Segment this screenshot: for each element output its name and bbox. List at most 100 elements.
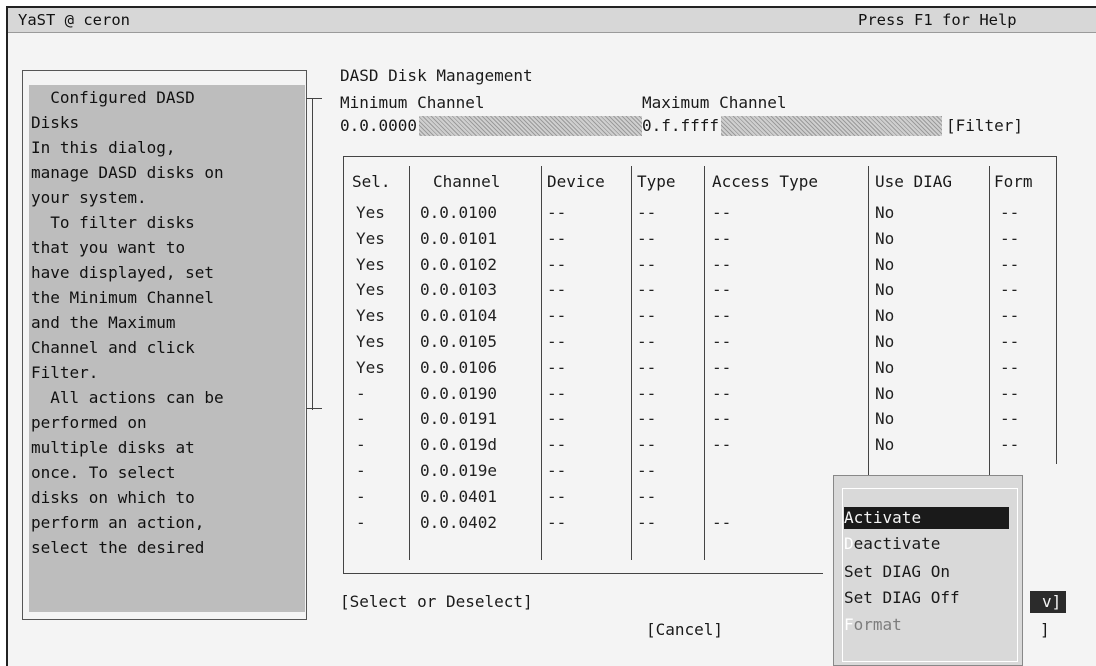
column-header-device[interactable]: Device xyxy=(547,172,605,191)
filter-button[interactable]: [Filter] xyxy=(946,116,1023,135)
table-cell[interactable]: 0.0.0100 xyxy=(420,203,497,222)
menu-item-deactivate[interactable]: Deactivate xyxy=(844,533,1009,555)
table-cell[interactable]: -- xyxy=(1000,358,1019,377)
column-header-sel[interactable]: Sel. xyxy=(352,172,391,191)
help-scrollbar[interactable] xyxy=(312,98,313,410)
table-cell[interactable]: -- xyxy=(712,255,731,274)
table-cell[interactable]: -- xyxy=(547,513,566,532)
table-cell[interactable]: -- xyxy=(547,384,566,403)
table-cell[interactable]: -- xyxy=(712,306,731,325)
table-cell[interactable]: -- xyxy=(1000,332,1019,351)
table-cell[interactable]: -- xyxy=(637,435,656,454)
table-cell[interactable]: 0.0.0402 xyxy=(420,513,497,532)
table-cell[interactable]: Yes xyxy=(356,255,385,274)
table-cell[interactable]: 0.0.0101 xyxy=(420,229,497,248)
table-cell[interactable]: No xyxy=(875,332,894,351)
table-cell[interactable]: -- xyxy=(547,487,566,506)
table-cell[interactable]: 0.0.0105 xyxy=(420,332,497,351)
table-cell[interactable]: Yes xyxy=(356,332,385,351)
table-cell[interactable]: -- xyxy=(712,332,731,351)
menu-item-set-diag-on[interactable]: Set DIAG On xyxy=(844,561,1009,583)
table-cell[interactable]: -- xyxy=(1000,255,1019,274)
table-cell[interactable]: -- xyxy=(547,435,566,454)
table-cell[interactable]: -- xyxy=(637,255,656,274)
table-cell[interactable]: -- xyxy=(637,409,656,428)
table-cell[interactable]: 0.0.0190 xyxy=(420,384,497,403)
table-cell[interactable]: -- xyxy=(1000,203,1019,222)
table-cell[interactable]: -- xyxy=(547,358,566,377)
help-panel[interactable]: Configured DASD Disks In this dialog, ma… xyxy=(22,70,307,620)
table-cell[interactable]: -- xyxy=(547,409,566,428)
table-cell[interactable]: No xyxy=(875,280,894,299)
table-cell[interactable]: No xyxy=(875,384,894,403)
column-header-type[interactable]: Type xyxy=(637,172,676,191)
select-deselect-button[interactable]: [Select or Deselect] xyxy=(340,592,533,611)
action-popup-menu[interactable]: Activate Deactivate Set DIAG On Set DIAG… xyxy=(833,475,1023,666)
table-cell[interactable]: -- xyxy=(712,358,731,377)
table-cell[interactable]: - xyxy=(356,461,366,480)
table-cell[interactable]: - xyxy=(356,409,366,428)
table-cell[interactable]: -- xyxy=(637,280,656,299)
table-cell[interactable]: 0.0.019d xyxy=(420,435,497,454)
table-cell[interactable]: 0.0.0191 xyxy=(420,409,497,428)
table-cell[interactable]: -- xyxy=(547,203,566,222)
table-cell[interactable]: -- xyxy=(1000,384,1019,403)
table-cell[interactable]: 0.0.0102 xyxy=(420,255,497,274)
table-cell[interactable]: -- xyxy=(712,280,731,299)
cancel-button[interactable]: [Cancel] xyxy=(646,620,723,639)
table-cell[interactable]: -- xyxy=(712,229,731,248)
table-cell[interactable]: -- xyxy=(712,435,731,454)
table-cell[interactable]: -- xyxy=(637,384,656,403)
column-header-use-diag[interactable]: Use DIAG xyxy=(875,172,952,191)
table-cell[interactable]: 0.0.0106 xyxy=(420,358,497,377)
table-cell[interactable]: -- xyxy=(547,280,566,299)
menu-item-format[interactable]: Format xyxy=(844,614,1009,636)
table-cell[interactable]: -- xyxy=(712,513,731,532)
table-cell[interactable]: 0.0.0103 xyxy=(420,280,497,299)
table-cell[interactable]: -- xyxy=(637,229,656,248)
table-cell[interactable]: -- xyxy=(712,409,731,428)
column-header-channel[interactable]: Channel xyxy=(433,172,500,191)
table-cell[interactable]: Yes xyxy=(356,358,385,377)
table-cell[interactable]: Yes xyxy=(356,280,385,299)
table-cell[interactable]: No xyxy=(875,203,894,222)
perform-action-button[interactable]: v] xyxy=(1030,591,1066,613)
table-cell[interactable]: -- xyxy=(547,255,566,274)
table-cell[interactable]: -- xyxy=(637,358,656,377)
menu-item-activate[interactable]: Activate xyxy=(844,507,1009,529)
table-scrollbar[interactable] xyxy=(1056,180,1057,464)
table-cell[interactable]: Yes xyxy=(356,306,385,325)
table-cell[interactable]: - xyxy=(356,487,366,506)
column-header-access-type[interactable]: Access Type xyxy=(712,172,818,191)
table-cell[interactable]: -- xyxy=(712,384,731,403)
table-cell[interactable]: -- xyxy=(1000,280,1019,299)
table-cell[interactable]: No xyxy=(875,409,894,428)
column-header-format[interactable]: Form xyxy=(994,172,1033,191)
table-cell[interactable]: -- xyxy=(637,513,656,532)
table-cell[interactable]: -- xyxy=(637,332,656,351)
table-cell[interactable]: -- xyxy=(547,229,566,248)
table-cell[interactable]: -- xyxy=(637,461,656,480)
table-cell[interactable]: -- xyxy=(1000,435,1019,454)
table-cell[interactable]: No xyxy=(875,255,894,274)
table-cell[interactable]: Yes xyxy=(356,203,385,222)
table-cell[interactable]: -- xyxy=(547,332,566,351)
table-cell[interactable]: - xyxy=(356,513,366,532)
table-cell[interactable]: -- xyxy=(547,306,566,325)
table-cell[interactable]: 0.0.019e xyxy=(420,461,497,480)
table-cell[interactable]: 0.0.0401 xyxy=(420,487,497,506)
table-cell[interactable]: -- xyxy=(637,306,656,325)
table-cell[interactable]: No xyxy=(875,229,894,248)
table-cell[interactable]: Yes xyxy=(356,229,385,248)
table-cell[interactable]: - xyxy=(356,384,366,403)
table-cell[interactable]: No xyxy=(875,306,894,325)
table-cell[interactable]: -- xyxy=(637,203,656,222)
table-cell[interactable]: -- xyxy=(547,461,566,480)
table-cell[interactable]: -- xyxy=(1000,409,1019,428)
table-cell[interactable]: -- xyxy=(1000,229,1019,248)
table-cell[interactable]: -- xyxy=(637,487,656,506)
next-button-tail[interactable]: ] xyxy=(1040,620,1050,639)
table-cell[interactable]: -- xyxy=(1000,306,1019,325)
table-cell[interactable]: 0.0.0104 xyxy=(420,306,497,325)
table-cell[interactable]: - xyxy=(356,435,366,454)
